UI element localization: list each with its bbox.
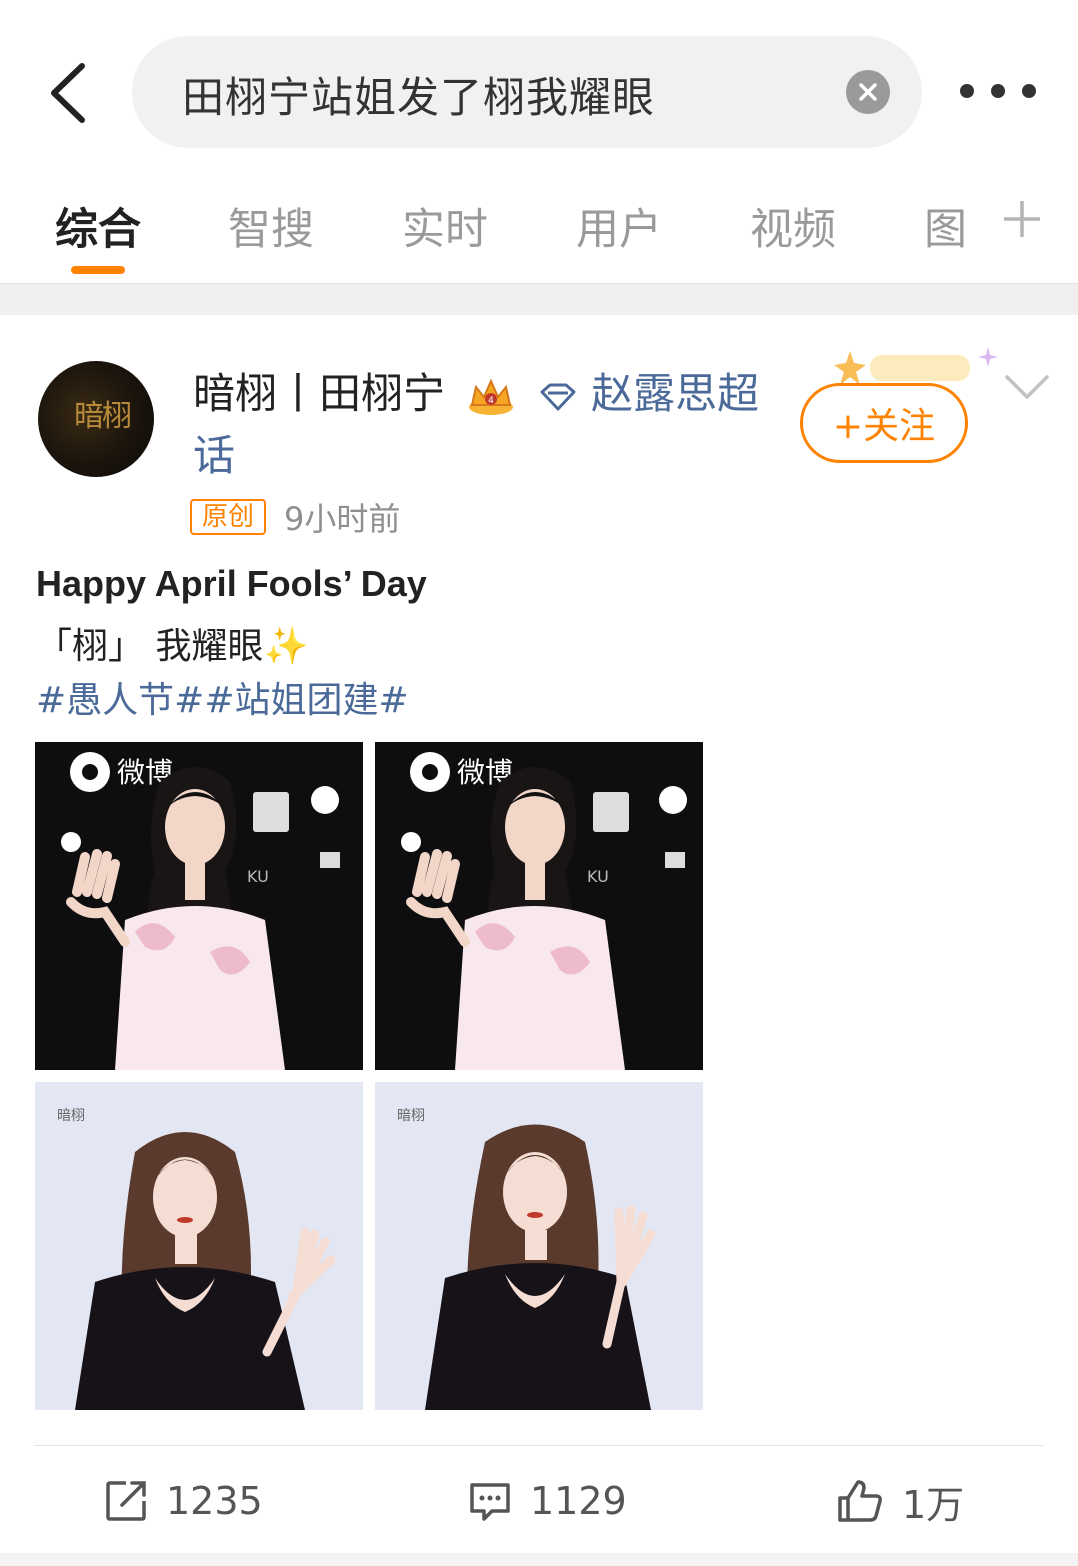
post-meta: 原创 9小时前 (190, 498, 400, 538)
tab-videos[interactable]: 视频 (750, 195, 836, 257)
thumbs-up-icon (838, 1480, 882, 1522)
username[interactable]: 暗栩丨田栩宁 (193, 369, 445, 418)
chevron-down-icon[interactable] (1002, 367, 1052, 407)
follow-area: +关注 (800, 345, 998, 463)
svg-text:暗栩: 暗栩 (397, 1108, 425, 1124)
search-tabs: 综合 智搜 实时 用户 视频 图 (0, 175, 1078, 283)
more-dots-icon[interactable] (960, 80, 1036, 102)
bottom-divider (0, 1553, 1078, 1566)
tab-realtime[interactable]: 实时 (402, 195, 488, 257)
tab-comprehensive[interactable]: 综合 (55, 195, 141, 257)
red-carpet-photo: 微博 KU (35, 742, 363, 1070)
comment-button[interactable]: 1129 (468, 1473, 627, 1529)
post-text-line: 「栩」 我耀眼 (36, 626, 264, 667)
back-arrow-icon[interactable] (38, 58, 98, 128)
clear-icon[interactable] (846, 70, 890, 114)
sparkle-emoji: ✨ (263, 626, 309, 667)
tab-smart-search[interactable]: 智搜 (228, 195, 314, 257)
avatar[interactable]: 暗栩 (38, 361, 154, 477)
active-tab-indicator (71, 266, 125, 274)
portrait-photo: 暗栩 (35, 1082, 363, 1410)
top-bar: 田栩宁站姐发了栩我耀眼 (0, 0, 1078, 175)
post-card: 暗栩 暗栩丨田栩宁 4 赵露思超话 +关注 原创 9小时前 Happy Apri… (0, 315, 1078, 1566)
post-text: 「栩」 我耀眼✨ (36, 617, 308, 669)
original-badge: 原创 (190, 499, 267, 535)
plus-icon[interactable] (1002, 199, 1042, 239)
post-time: 9小时前 (284, 500, 401, 538)
like-count: 1万 (902, 1482, 965, 1527)
dot (991, 84, 1005, 98)
hashtag-links[interactable]: #愚人节##站姐团建# (36, 671, 409, 723)
crown-badge-icon: 4 (469, 378, 514, 415)
repost-count: 1235 (166, 1479, 263, 1523)
post-header: 暗栩丨田栩宁 4 赵露思超话 (193, 363, 793, 487)
action-divider (34, 1445, 1044, 1446)
post-photo[interactable]: 微博 KU (375, 742, 703, 1070)
post-title: Happy April Fools’ Day (36, 563, 427, 604)
comment-count: 1129 (530, 1479, 627, 1523)
dot (1022, 84, 1036, 98)
post-photo[interactable]: 微博 KU (35, 742, 363, 1070)
svg-text:KU: KU (247, 867, 269, 886)
portrait-photo: 暗栩 (375, 1082, 703, 1410)
comment-icon (470, 1483, 510, 1521)
tab-users[interactable]: 用户 (576, 195, 662, 257)
search-query: 田栩宁站姐发了栩我耀眼 (182, 73, 656, 122)
red-carpet-photo: 微博 KU (375, 742, 703, 1070)
dot (960, 84, 974, 98)
svg-text:KU: KU (587, 867, 609, 886)
search-input[interactable]: 田栩宁站姐发了栩我耀眼 (132, 36, 922, 148)
follow-button[interactable]: +关注 (800, 383, 968, 463)
diamond-icon (540, 383, 576, 410)
section-divider (0, 283, 1078, 315)
post-photo[interactable]: 暗栩 (375, 1082, 703, 1410)
svg-text:暗栩: 暗栩 (57, 1108, 85, 1124)
avatar-logo-text: 暗栩 (74, 399, 132, 434)
svg-text:4: 4 (489, 396, 495, 406)
like-button[interactable]: 1万 (836, 1473, 964, 1529)
tab-images[interactable]: 图 (924, 195, 967, 257)
post-photo[interactable]: 暗栩 (35, 1082, 363, 1410)
repost-icon (106, 1481, 146, 1521)
repost-button[interactable]: 1235 (104, 1473, 263, 1529)
